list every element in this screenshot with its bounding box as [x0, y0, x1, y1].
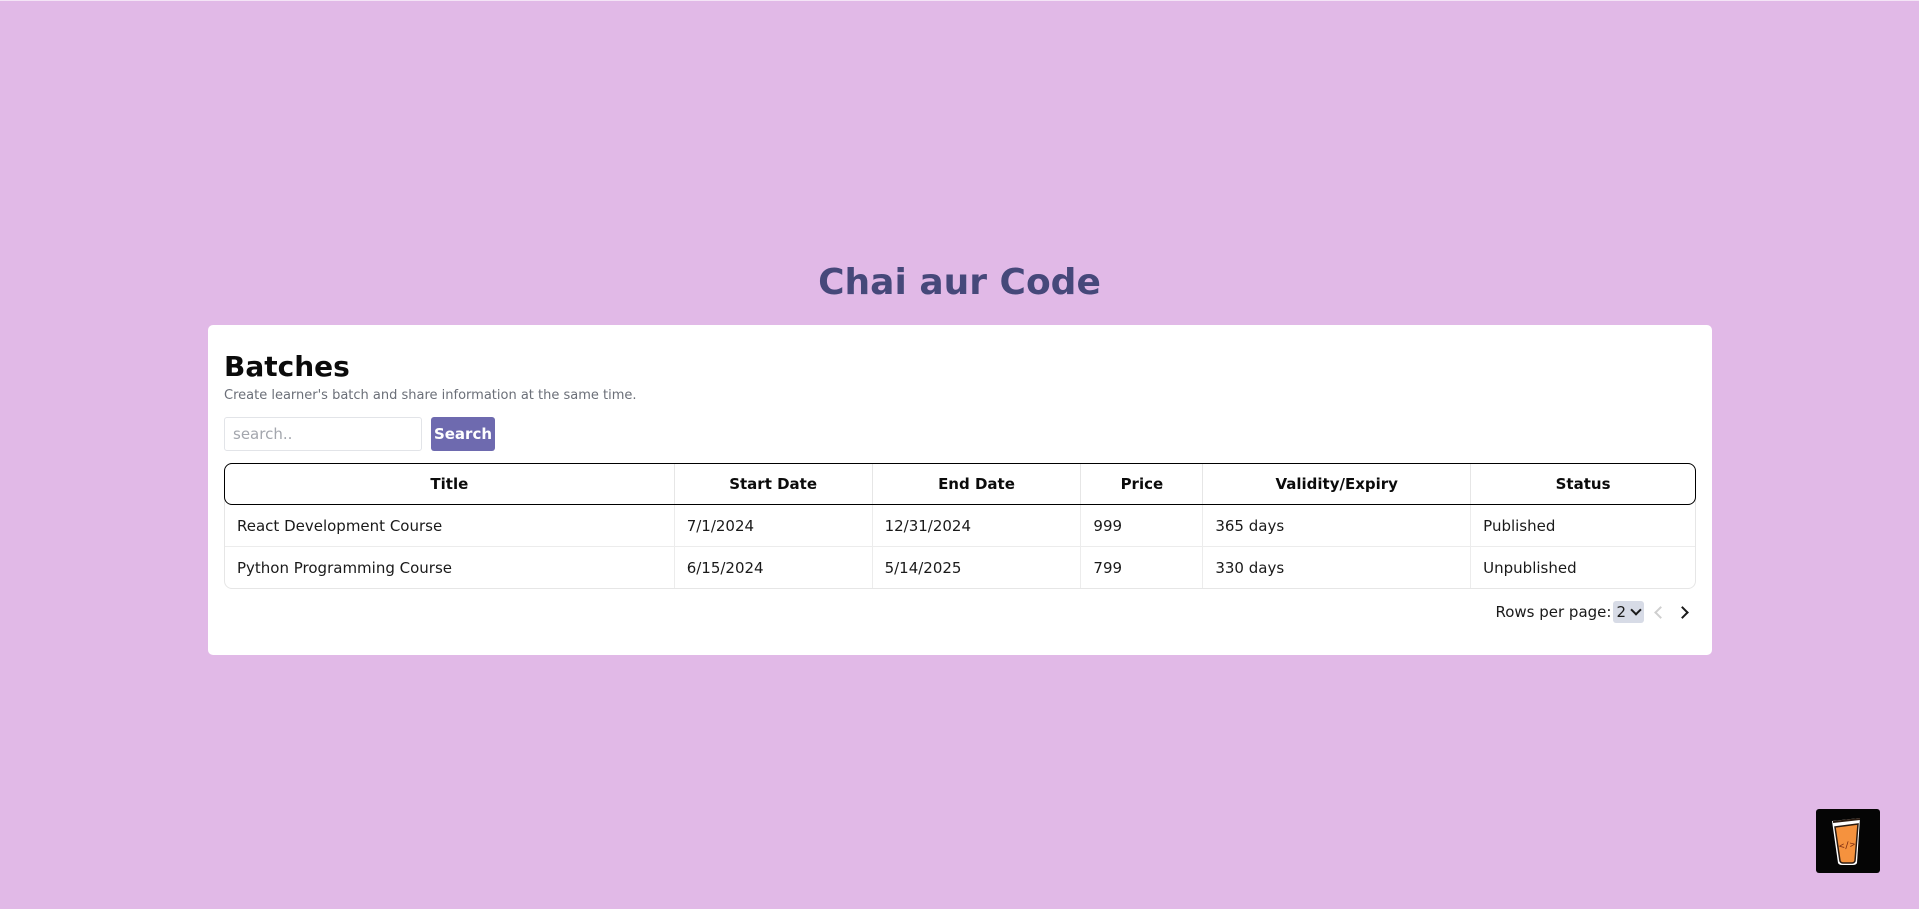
- prev-page-button[interactable]: [1646, 600, 1670, 624]
- column-header-validity[interactable]: Validity/Expiry: [1203, 464, 1472, 504]
- chevron-left-icon: [1653, 605, 1667, 619]
- card-subtitle: Create learner's batch and share informa…: [224, 388, 637, 403]
- table-row[interactable]: React Development Course 7/1/2024 12/31/…: [225, 505, 1695, 546]
- cell-end-date: 5/14/2025: [873, 547, 1082, 588]
- cell-title: React Development Course: [225, 505, 675, 546]
- rows-per-page-select[interactable]: 2: [1613, 601, 1644, 623]
- cell-title: Python Programming Course: [225, 547, 675, 588]
- cell-price: 999: [1081, 505, 1204, 546]
- batches-table: Title Start Date End Date Price Validity…: [224, 463, 1696, 589]
- cell-status: Unpublished: [1483, 558, 1577, 577]
- chai-aur-code-logo[interactable]: </>: [1816, 809, 1880, 873]
- cell-start-date: 7/1/2024: [675, 505, 873, 546]
- cell-end-date: 12/31/2024: [873, 505, 1082, 546]
- column-header-end-date[interactable]: End Date: [873, 464, 1082, 504]
- rows-per-page-value: 2: [1616, 603, 1626, 621]
- table-row[interactable]: Python Programming Course 6/15/2024 5/14…: [225, 546, 1695, 588]
- rows-per-page-label: Rows per page:: [1495, 603, 1612, 621]
- next-page-button[interactable]: [1672, 600, 1696, 624]
- chevron-down-icon: [1630, 604, 1642, 616]
- pagination: Rows per page: 2: [1495, 600, 1696, 624]
- column-header-status[interactable]: Status: [1471, 464, 1695, 504]
- table-body: React Development Course 7/1/2024 12/31/…: [225, 505, 1695, 588]
- table-header: Title Start Date End Date Price Validity…: [224, 463, 1696, 505]
- search-button[interactable]: Search: [431, 417, 495, 451]
- cell-validity: 365 days: [1203, 505, 1472, 546]
- batches-card: Batches Create learner's batch and share…: [208, 325, 1712, 655]
- cell-validity: 330 days: [1203, 547, 1472, 588]
- column-header-price[interactable]: Price: [1081, 464, 1204, 504]
- top-border: [0, 0, 1919, 1]
- app-title: Chai aur Code: [818, 262, 1101, 303]
- column-header-start-date[interactable]: Start Date: [675, 464, 873, 504]
- chai-cup-code-icon: </>: [1832, 818, 1861, 865]
- card-title: Batches: [224, 350, 350, 383]
- cell-price: 799: [1081, 547, 1204, 588]
- column-header-title[interactable]: Title: [225, 464, 675, 504]
- search-input[interactable]: [224, 417, 422, 451]
- cell-status: Published: [1483, 516, 1556, 535]
- cell-start-date: 6/15/2024: [675, 547, 873, 588]
- chevron-right-icon: [1675, 605, 1689, 619]
